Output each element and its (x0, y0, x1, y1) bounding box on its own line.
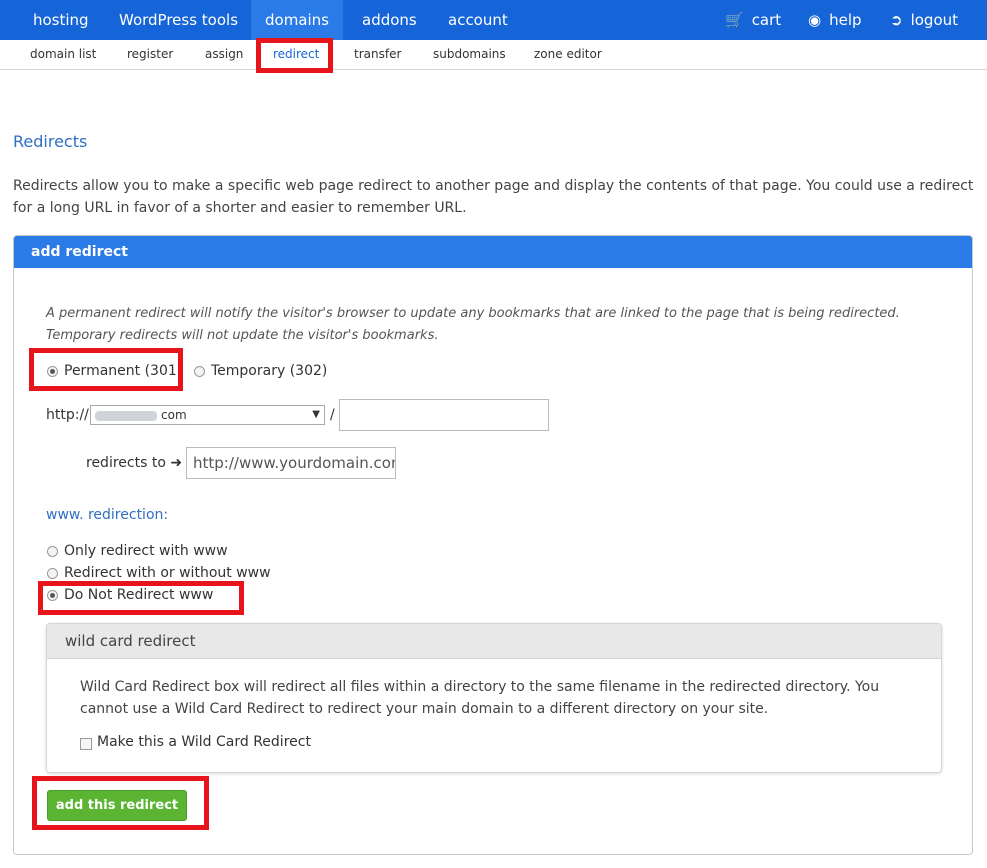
cart-label: cart (751, 11, 782, 29)
page-title: Redirects (13, 132, 88, 151)
http-prefix: http:// (46, 407, 89, 423)
sub-nav: domain list register assign redirect tra… (0, 40, 987, 70)
nav-logout[interactable]: ➲ logout (890, 0, 958, 40)
nav-help[interactable]: ◉ help (808, 0, 862, 40)
nav-addons[interactable]: addons (362, 0, 417, 40)
subnav-domain-list[interactable]: domain list (30, 40, 96, 69)
subnav-transfer[interactable]: transfer (354, 40, 401, 69)
path-separator: / (330, 407, 335, 423)
nav-cart[interactable]: 🛒 cart (725, 0, 781, 40)
dropdown-arrow-icon: ▼ (312, 409, 320, 420)
redirects-to-label: redirects to ➜ (86, 455, 183, 471)
temporary-radio[interactable] (194, 366, 205, 377)
nav-wordpress-tools[interactable]: WordPress tools (119, 0, 238, 40)
wildcard-checkbox-label: Make this a Wild Card Redirect (97, 734, 311, 750)
nav-domains[interactable]: domains (251, 0, 343, 40)
www-either-radio[interactable] (47, 568, 58, 579)
subnav-zone-editor[interactable]: zone editor (534, 40, 602, 69)
highlight-do-not-redirect (38, 581, 244, 615)
logout-icon: ➲ (890, 11, 903, 29)
wildcard-checkbox[interactable] (80, 738, 92, 750)
top-nav: hosting WordPress tools domains addons a… (0, 0, 987, 40)
nav-account[interactable]: account (448, 0, 508, 40)
domain-suffix: com (161, 408, 187, 422)
redirect-target-input[interactable]: http://www.yourdomain.com (186, 447, 396, 479)
help-label: help (829, 11, 862, 29)
arrow-right-icon: ➜ (170, 455, 183, 471)
highlight-add-button (32, 776, 209, 830)
wildcard-title: wild card redirect (47, 624, 941, 659)
www-either-label: Redirect with or without www (64, 565, 271, 581)
www-redirection-label: www. redirection: (46, 507, 169, 523)
path-input[interactable] (339, 399, 549, 431)
redirect-type-note: A permanent redirect will notify the vis… (46, 306, 900, 343)
lifebuoy-icon: ◉ (808, 11, 822, 29)
www-only-radio[interactable] (47, 546, 58, 557)
highlight-redirect-tab (256, 38, 333, 73)
wildcard-description: Wild Card Redirect box will redirect all… (80, 679, 880, 717)
panel-title: add redirect (14, 236, 972, 268)
temporary-label: Temporary (302) (211, 363, 328, 379)
subnav-assign[interactable]: assign (205, 40, 243, 69)
wildcard-box: wild card redirect Wild Card Redirect bo… (46, 623, 942, 773)
www-only-label: Only redirect with www (64, 543, 228, 559)
logout-label: logout (910, 11, 959, 29)
blurred-domain (95, 410, 157, 421)
nav-hosting[interactable]: hosting (33, 0, 89, 40)
add-redirect-panel: add redirect A permanent redirect will n… (13, 235, 973, 855)
highlight-permanent (29, 348, 183, 391)
cart-icon: 🛒 (725, 11, 744, 29)
subnav-subdomains[interactable]: subdomains (433, 40, 506, 69)
subnav-register[interactable]: register (127, 40, 173, 69)
domain-select[interactable]: com ▼ (90, 405, 325, 425)
intro-text: Redirects allow you to make a specific w… (13, 178, 974, 216)
